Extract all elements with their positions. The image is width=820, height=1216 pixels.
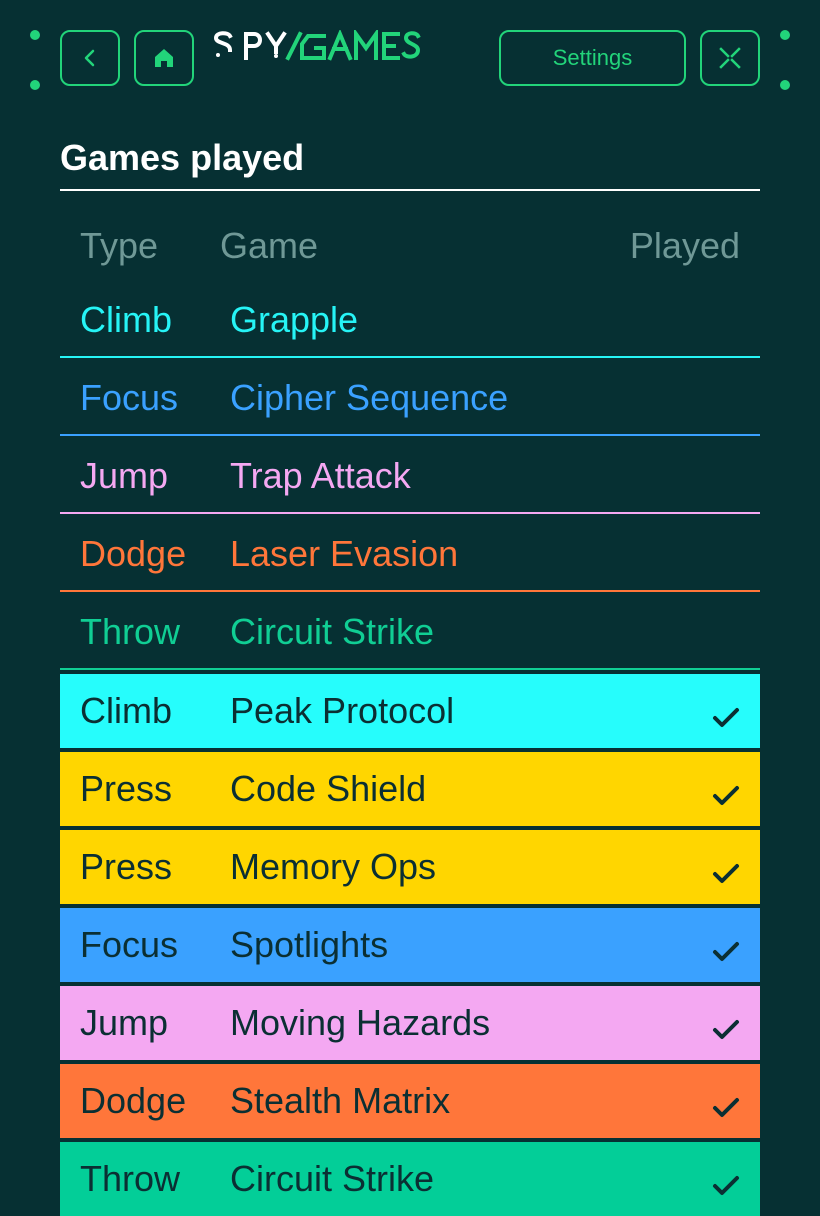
game-type: Throw xyxy=(80,611,181,652)
game-name: Trap Attack xyxy=(230,455,411,496)
game-row[interactable]: Throw Circuit Strike xyxy=(60,592,760,670)
column-header-played: Played xyxy=(629,225,740,266)
close-icon xyxy=(718,46,742,70)
checkmark-icon xyxy=(712,1010,740,1052)
game-name: Stealth Matrix xyxy=(230,1080,451,1121)
game-row[interactable]: Climb Peak Protocol xyxy=(60,674,760,748)
game-row[interactable]: Jump Moving Hazards xyxy=(60,986,760,1060)
game-type: Climb xyxy=(80,299,173,340)
home-icon xyxy=(152,47,176,69)
game-type: Dodge xyxy=(80,1080,187,1121)
game-type: Dodge xyxy=(80,533,187,574)
game-type: Press xyxy=(80,768,173,809)
game-row[interactable]: Dodge Stealth Matrix xyxy=(60,1064,760,1138)
game-name: Code Shield xyxy=(230,768,427,809)
game-type: Press xyxy=(80,846,173,887)
corner-dot xyxy=(780,80,790,90)
game-name: Circuit Strike xyxy=(230,611,435,652)
close-button[interactable] xyxy=(700,30,760,86)
checkmark-icon xyxy=(712,776,740,818)
column-header-game: Game xyxy=(220,225,319,266)
game-name: Peak Protocol xyxy=(230,690,455,731)
game-type: Climb xyxy=(80,690,173,731)
checkmark-icon xyxy=(712,932,740,974)
game-row[interactable]: Climb Grapple xyxy=(60,280,760,358)
game-row[interactable]: Focus Spotlights xyxy=(60,908,760,982)
game-row[interactable]: Press Code Shield xyxy=(60,752,760,826)
game-name: Circuit Strike xyxy=(230,1158,435,1199)
corner-dot xyxy=(30,30,40,40)
chevron-left-icon xyxy=(82,48,98,68)
game-name: Memory Ops xyxy=(230,846,437,887)
game-row[interactable]: Focus Cipher Sequence xyxy=(60,358,760,436)
game-name: Moving Hazards xyxy=(230,1002,491,1043)
game-type: Focus xyxy=(80,377,179,418)
checkmark-icon xyxy=(712,854,740,896)
game-name: Grapple xyxy=(230,299,359,340)
settings-button-label: Settings xyxy=(552,45,633,70)
game-row[interactable]: Jump Trap Attack xyxy=(60,436,760,514)
game-row[interactable]: Press Memory Ops xyxy=(60,830,760,904)
title-divider xyxy=(60,189,760,191)
spygames-logo xyxy=(212,27,424,67)
settings-button[interactable]: Settings xyxy=(499,30,686,86)
games-list: Climb Grapple Focus Cipher Sequence Jump Trap… xyxy=(60,280,760,1216)
game-name: Laser Evasion xyxy=(230,533,459,574)
column-header-type: Type xyxy=(80,225,159,266)
back-button[interactable] xyxy=(60,30,120,86)
page-title: Games played xyxy=(60,137,305,178)
game-type: Jump xyxy=(80,455,169,496)
game-row[interactable]: Dodge Laser Evasion xyxy=(60,514,760,592)
corner-dot xyxy=(780,30,790,40)
checkmark-icon xyxy=(712,1166,740,1208)
game-name: Spotlights xyxy=(230,924,389,965)
game-type: Throw xyxy=(80,1158,181,1199)
game-type: Jump xyxy=(80,1002,169,1043)
corner-dot xyxy=(30,80,40,90)
game-name: Cipher Sequence xyxy=(230,377,509,418)
checkmark-icon xyxy=(712,698,740,740)
checkmark-icon xyxy=(712,1088,740,1130)
home-button[interactable] xyxy=(134,30,194,86)
game-type: Focus xyxy=(80,924,179,965)
game-row[interactable]: Throw Circuit Strike xyxy=(60,1142,760,1216)
